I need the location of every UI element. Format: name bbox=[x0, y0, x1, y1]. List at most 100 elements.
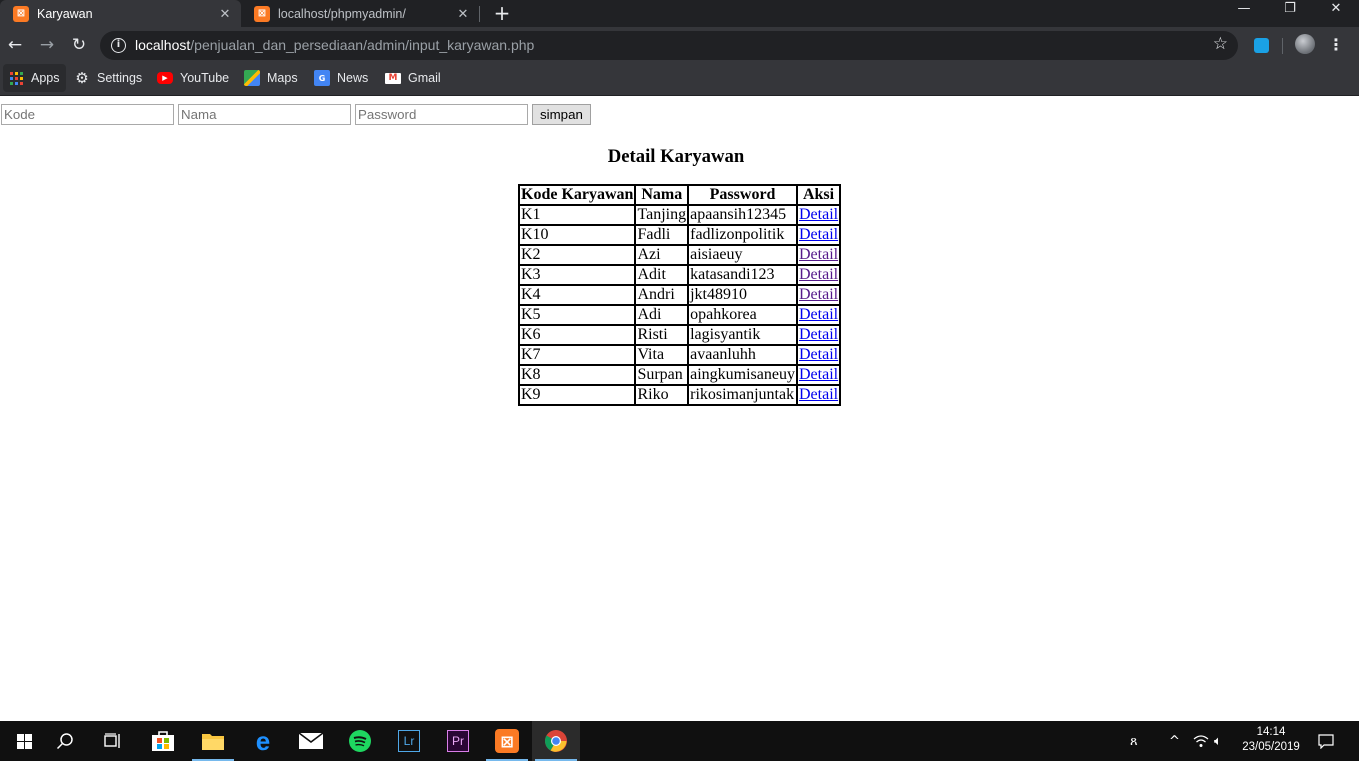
bookmark-maps[interactable]: Maps bbox=[244, 64, 298, 92]
page-content: simpan Detail Karyawan Kode Karyawan Nam… bbox=[0, 96, 1359, 721]
table-row: K2 Azi aisiaeuy Detail bbox=[519, 245, 841, 265]
info-icon[interactable]: i bbox=[111, 38, 126, 53]
detail-link[interactable]: Detail bbox=[799, 226, 838, 243]
chrome-menu-icon[interactable]: ⋮ bbox=[1326, 33, 1346, 57]
column-header-kode: Kode Karyawan bbox=[519, 185, 636, 205]
url-text[interactable]: localhost/penjualan_dan_persediaan/admin… bbox=[135, 37, 534, 53]
cell-password: katasandi123 bbox=[688, 265, 797, 285]
chrome-app[interactable] bbox=[532, 721, 580, 761]
detail-link[interactable]: Detail bbox=[799, 206, 838, 223]
bookmark-star-icon[interactable]: ☆ bbox=[1213, 34, 1228, 54]
cell-password: apaansih12345 bbox=[688, 205, 797, 225]
file-explorer-app[interactable] bbox=[189, 721, 237, 761]
close-tab-icon[interactable]: ✕ bbox=[453, 6, 473, 22]
table-body: K1 Tanjing apaansih12345 Detail K10 Fadli fadl… bbox=[519, 205, 841, 405]
kode-input[interactable] bbox=[1, 104, 174, 125]
wifi-icon[interactable] bbox=[1193, 721, 1209, 761]
table-row: K7 Vita avaanluhh Detail bbox=[519, 345, 841, 365]
column-header-password: Password bbox=[688, 185, 797, 205]
cell-password: jkt48910 bbox=[688, 285, 797, 305]
profile-avatar[interactable] bbox=[1295, 34, 1315, 54]
detail-link[interactable]: Detail bbox=[799, 266, 838, 283]
people-icon[interactable]: ጸ bbox=[1130, 721, 1138, 761]
clock-date: 23/05/2019 bbox=[1242, 741, 1300, 753]
detail-link[interactable]: Detail bbox=[799, 246, 838, 263]
cell-nama: Riko bbox=[635, 385, 689, 405]
cell-aksi: Detail bbox=[796, 205, 841, 225]
bookmark-news[interactable]: G News bbox=[314, 64, 368, 92]
bookmark-label: Gmail bbox=[408, 71, 441, 85]
password-input[interactable] bbox=[355, 104, 528, 125]
clock-time: 14:14 bbox=[1256, 726, 1286, 738]
detail-link[interactable]: Detail bbox=[799, 366, 838, 383]
cell-password: rikosimanjuntak bbox=[688, 385, 797, 405]
bookmark-settings[interactable]: ⚙ Settings bbox=[74, 64, 142, 92]
bookmark-label: Maps bbox=[267, 71, 298, 85]
taskbar-clock[interactable]: 14:14 23/05/2019 bbox=[1236, 725, 1306, 755]
nama-input[interactable] bbox=[178, 104, 351, 125]
bookmarks-bar: Apps ⚙ Settings ▶ YouTube Maps G News M … bbox=[0, 64, 1359, 96]
new-tab-button[interactable]: + bbox=[490, 1, 514, 25]
detail-link[interactable]: Detail bbox=[799, 326, 838, 343]
cell-kode: K8 bbox=[519, 365, 636, 385]
detail-link[interactable]: Detail bbox=[799, 286, 838, 303]
table-row: K6 Risti lagisyantik Detail bbox=[519, 325, 841, 345]
store-icon bbox=[152, 731, 174, 751]
chrome-icon bbox=[545, 730, 567, 752]
bookmark-label: Apps bbox=[31, 71, 60, 85]
task-view-button[interactable] bbox=[89, 721, 137, 761]
xampp-app[interactable]: ⊠ bbox=[483, 721, 531, 761]
detail-link[interactable]: Detail bbox=[799, 306, 838, 323]
store-app[interactable] bbox=[139, 721, 187, 761]
simpan-button[interactable]: simpan bbox=[532, 104, 591, 125]
url-host: localhost bbox=[135, 37, 191, 53]
edge-app[interactable]: e bbox=[239, 721, 287, 761]
forward-button[interactable]: → bbox=[35, 33, 59, 57]
news-icon: G bbox=[314, 70, 330, 86]
close-tab-icon[interactable]: ✕ bbox=[215, 6, 235, 22]
bookmark-youtube[interactable]: ▶ YouTube bbox=[157, 64, 229, 92]
table-row: K4 Andri jkt48910 Detail bbox=[519, 285, 841, 305]
mail-icon bbox=[298, 732, 324, 749]
bookmark-label: Settings bbox=[97, 71, 143, 85]
cell-password: lagisyantik bbox=[688, 325, 797, 345]
close-window-button[interactable]: ✕ bbox=[1313, 0, 1359, 27]
spotify-app[interactable] bbox=[336, 721, 384, 761]
cell-nama: Risti bbox=[635, 325, 689, 345]
chevron-up-icon[interactable]: ^ bbox=[1169, 721, 1180, 761]
search-button[interactable] bbox=[41, 721, 89, 761]
detail-link[interactable]: Detail bbox=[799, 386, 838, 403]
reload-button[interactable]: ↻ bbox=[67, 33, 91, 57]
cell-kode: K1 bbox=[519, 205, 636, 225]
extension-icon[interactable] bbox=[1254, 38, 1269, 53]
gear-icon: ⚙ bbox=[75, 69, 89, 87]
cell-kode: K2 bbox=[519, 245, 636, 265]
lightroom-icon: Lr bbox=[398, 730, 420, 752]
cell-kode: K7 bbox=[519, 345, 636, 365]
bookmark-label: News bbox=[337, 71, 369, 85]
volume-icon[interactable]: 🔈︎ bbox=[1214, 721, 1222, 761]
premiere-app[interactable]: Pr bbox=[434, 721, 482, 761]
address-bar[interactable]: i localhost/penjualan_dan_persediaan/adm… bbox=[100, 31, 1238, 60]
tab-karyawan[interactable]: ⊠ Karyawan ✕ bbox=[0, 0, 241, 27]
tab-phpmyadmin[interactable]: ⊠ localhost/phpmyadmin/ ✕ bbox=[241, 0, 479, 27]
notification-icon[interactable] bbox=[1318, 721, 1334, 761]
cell-aksi: Detail bbox=[796, 345, 841, 365]
tab-title: Karyawan bbox=[37, 6, 93, 21]
lightroom-app[interactable]: Lr bbox=[385, 721, 433, 761]
bookmark-apps[interactable]: Apps bbox=[3, 64, 66, 92]
karyawan-form: simpan bbox=[1, 104, 591, 125]
tab-separator bbox=[479, 6, 480, 22]
detail-link[interactable]: Detail bbox=[799, 346, 838, 363]
back-button[interactable]: ← bbox=[3, 33, 27, 57]
minimize-button[interactable]: — bbox=[1221, 0, 1267, 27]
table-row: K9 Riko rikosimanjuntak Detail bbox=[519, 385, 841, 405]
tab-title: localhost/phpmyadmin/ bbox=[278, 6, 406, 21]
maps-icon bbox=[244, 70, 260, 86]
table-row: K8 Surpan aingkumisaneuy Detail bbox=[519, 365, 841, 385]
cell-password: opahkorea bbox=[688, 305, 797, 325]
bookmark-gmail[interactable]: M Gmail bbox=[385, 64, 441, 92]
cell-nama: Vita bbox=[635, 345, 689, 365]
restore-button[interactable]: ❐ bbox=[1267, 0, 1313, 27]
mail-app[interactable] bbox=[287, 721, 335, 761]
